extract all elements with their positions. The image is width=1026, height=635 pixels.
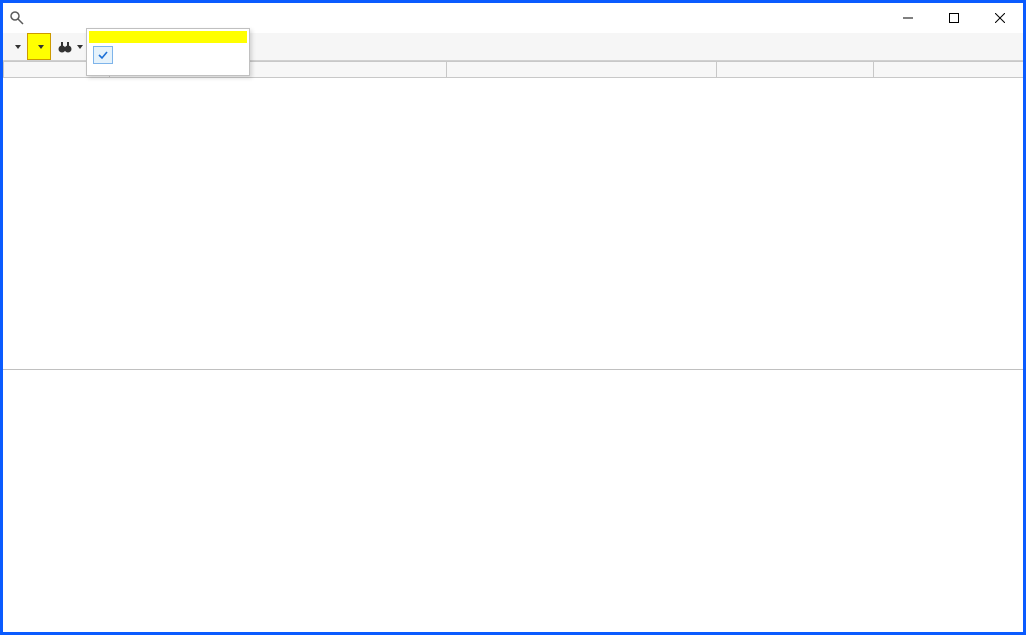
binoculars-menu[interactable]	[51, 33, 89, 60]
policy-grid[interactable]	[3, 61, 1023, 369]
menu-gpo-filter[interactable]	[89, 67, 247, 73]
view-dropdown	[86, 28, 250, 76]
check-icon	[98, 50, 108, 60]
details-pane[interactable]	[3, 369, 1023, 632]
minimize-button[interactable]	[885, 3, 931, 33]
chevron-down-icon	[15, 45, 21, 49]
clipboard-menu[interactable]	[5, 33, 27, 60]
maximize-button[interactable]	[931, 3, 977, 33]
menu-show-details[interactable]	[89, 43, 247, 67]
close-button[interactable]	[977, 3, 1023, 33]
chevron-down-icon	[77, 45, 83, 49]
app-icon	[9, 10, 25, 26]
col-baseline-1[interactable]	[717, 62, 874, 78]
col-policy-setting[interactable]	[447, 62, 717, 78]
col-baseline-2[interactable]	[874, 62, 1024, 78]
chevron-down-icon	[38, 45, 44, 49]
binoculars-icon	[57, 39, 73, 55]
view-menu[interactable]	[27, 33, 51, 60]
